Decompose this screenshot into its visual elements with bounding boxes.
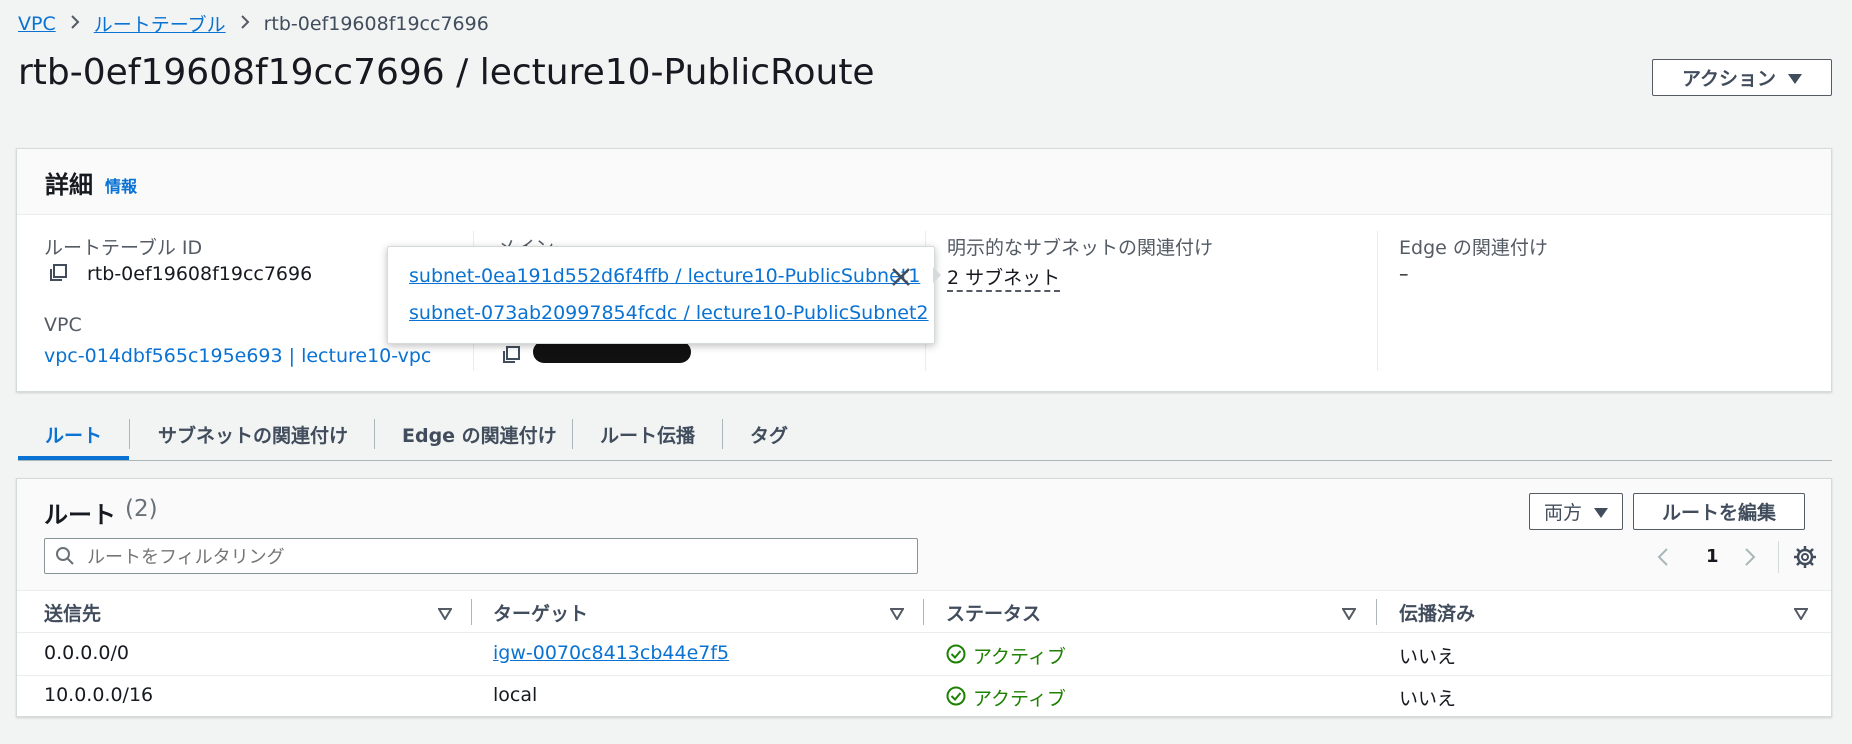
chevron-left-icon[interactable]: [1657, 547, 1669, 571]
chevron-right-icon[interactable]: [1744, 547, 1756, 571]
chevron-right-icon: [70, 13, 80, 35]
tab-wrapper: ルート: [18, 421, 129, 448]
actions-button[interactable]: アクション: [1652, 59, 1832, 96]
pagination-divider: [1778, 541, 1779, 573]
subnet-popover: subnet-0ea191d552d6f4ffb / lecture10-Pub…: [387, 246, 935, 344]
route-filter[interactable]: [44, 538, 918, 574]
vpc-link[interactable]: vpc-014dbf565c195e693 | lecture10-vpc: [44, 345, 431, 367]
column-divider: [471, 599, 472, 625]
sort-icon[interactable]: [437, 605, 453, 624]
page-title: rtb-0ef19608f19cc7696 / lecture10-Public…: [18, 52, 875, 93]
route-filter-input[interactable]: [85, 543, 909, 571]
breadcrumb-current: rtb-0ef19608f19cc7696: [263, 12, 489, 35]
breadcrumb: VPC ルートテーブル rtb-0ef19608f19cc7696: [18, 10, 489, 37]
route-propagated: いいえ: [1399, 688, 1457, 710]
routes-panel: ルート (2) 両方 ルートを編集 1 送信先 ターゲット: [16, 478, 1832, 717]
both-dropdown-label: 両方: [1543, 502, 1582, 524]
route-status: アクティブ: [973, 688, 1066, 710]
routes-count: (2): [125, 496, 158, 522]
edit-routes-label: ルートを編集: [1661, 502, 1776, 524]
edit-routes-button[interactable]: ルートを編集: [1633, 493, 1805, 530]
actions-button-label: アクション: [1681, 68, 1777, 90]
table-row[interactable]: 10.0.0.0/16 local アクティブ いいえ: [17, 676, 1831, 716]
chevron-right-icon: [240, 13, 250, 35]
route-destination: 10.0.0.0/16: [44, 684, 154, 706]
redacted-value: [533, 341, 691, 363]
explicit-subnet-value[interactable]: 2 サブネット: [947, 263, 1061, 292]
caret-down-icon: [1788, 67, 1803, 89]
tab-divider: [129, 419, 130, 449]
route-target: local: [493, 684, 538, 706]
popover-subnet-link-1[interactable]: subnet-0ea191d552d6f4ffb / lecture10-Pub…: [409, 265, 920, 287]
column-header-destination[interactable]: 送信先: [44, 599, 101, 626]
caret-down-icon: [1594, 501, 1608, 523]
tab-tags[interactable]: タグ: [750, 421, 788, 448]
tab-divider: [572, 419, 573, 449]
copy-icon[interactable]: [501, 345, 521, 369]
search-icon: [55, 546, 75, 570]
both-dropdown[interactable]: 両方: [1529, 493, 1623, 530]
column-divider: [923, 599, 924, 625]
table-row[interactable]: 0.0.0.0/0 igw-0070c8413cb44e7f5 アクティブ いい…: [17, 633, 1831, 675]
details-header: [17, 149, 1831, 215]
column-header-propagated[interactable]: 伝播済み: [1399, 599, 1475, 626]
page-number[interactable]: 1: [1706, 546, 1719, 567]
route-table-id-value: rtb-0ef19608f19cc7696: [87, 263, 313, 285]
tab-routes[interactable]: ルート: [45, 425, 102, 447]
tab-edge-associations[interactable]: Edge の関連付け: [402, 421, 557, 448]
breadcrumb-route-tables[interactable]: ルートテーブル: [94, 10, 226, 37]
tab-divider: [374, 419, 375, 449]
explicit-subnet-label: 明示的なサブネットの関連付け: [947, 237, 1214, 259]
breadcrumb-vpc[interactable]: VPC: [18, 13, 56, 35]
status-success-icon: [946, 686, 966, 710]
route-destination: 0.0.0.0/0: [44, 642, 129, 664]
sort-icon[interactable]: [1341, 605, 1357, 624]
routes-heading: ルート: [44, 501, 116, 529]
column-header-status[interactable]: ステータス: [946, 599, 1041, 626]
route-target-link[interactable]: igw-0070c8413cb44e7f5: [493, 642, 729, 664]
tab-route-propagation[interactable]: ルート伝播: [600, 421, 695, 448]
tab-subnet-associations[interactable]: サブネットの関連付け: [158, 421, 348, 448]
gear-icon[interactable]: [1793, 545, 1817, 573]
sort-icon[interactable]: [889, 605, 905, 624]
route-status: アクティブ: [973, 646, 1066, 668]
tabs-baseline: [18, 460, 1832, 461]
sort-icon[interactable]: [1793, 605, 1809, 624]
copy-icon[interactable]: [48, 263, 68, 287]
column-divider: [1376, 599, 1377, 625]
column-header-target[interactable]: ターゲット: [493, 599, 588, 626]
popover-arrow: [933, 267, 941, 283]
popover-subnet-link-2[interactable]: subnet-073ab20997854fcdc / lecture10-Pub…: [409, 302, 929, 324]
edge-association-value: –: [1399, 263, 1409, 285]
close-icon[interactable]: [891, 267, 911, 291]
status-success-icon: [946, 644, 966, 668]
route-propagated: いいえ: [1399, 646, 1457, 668]
edge-association-label: Edge の関連付け: [1399, 237, 1548, 259]
column-divider: [1377, 231, 1378, 371]
details-heading: 詳細: [45, 171, 93, 199]
tab-divider: [722, 419, 723, 449]
info-link[interactable]: 情報: [105, 173, 137, 197]
vpc-label: VPC: [44, 314, 82, 336]
route-table-id-label: ルートテーブル ID: [44, 237, 203, 259]
